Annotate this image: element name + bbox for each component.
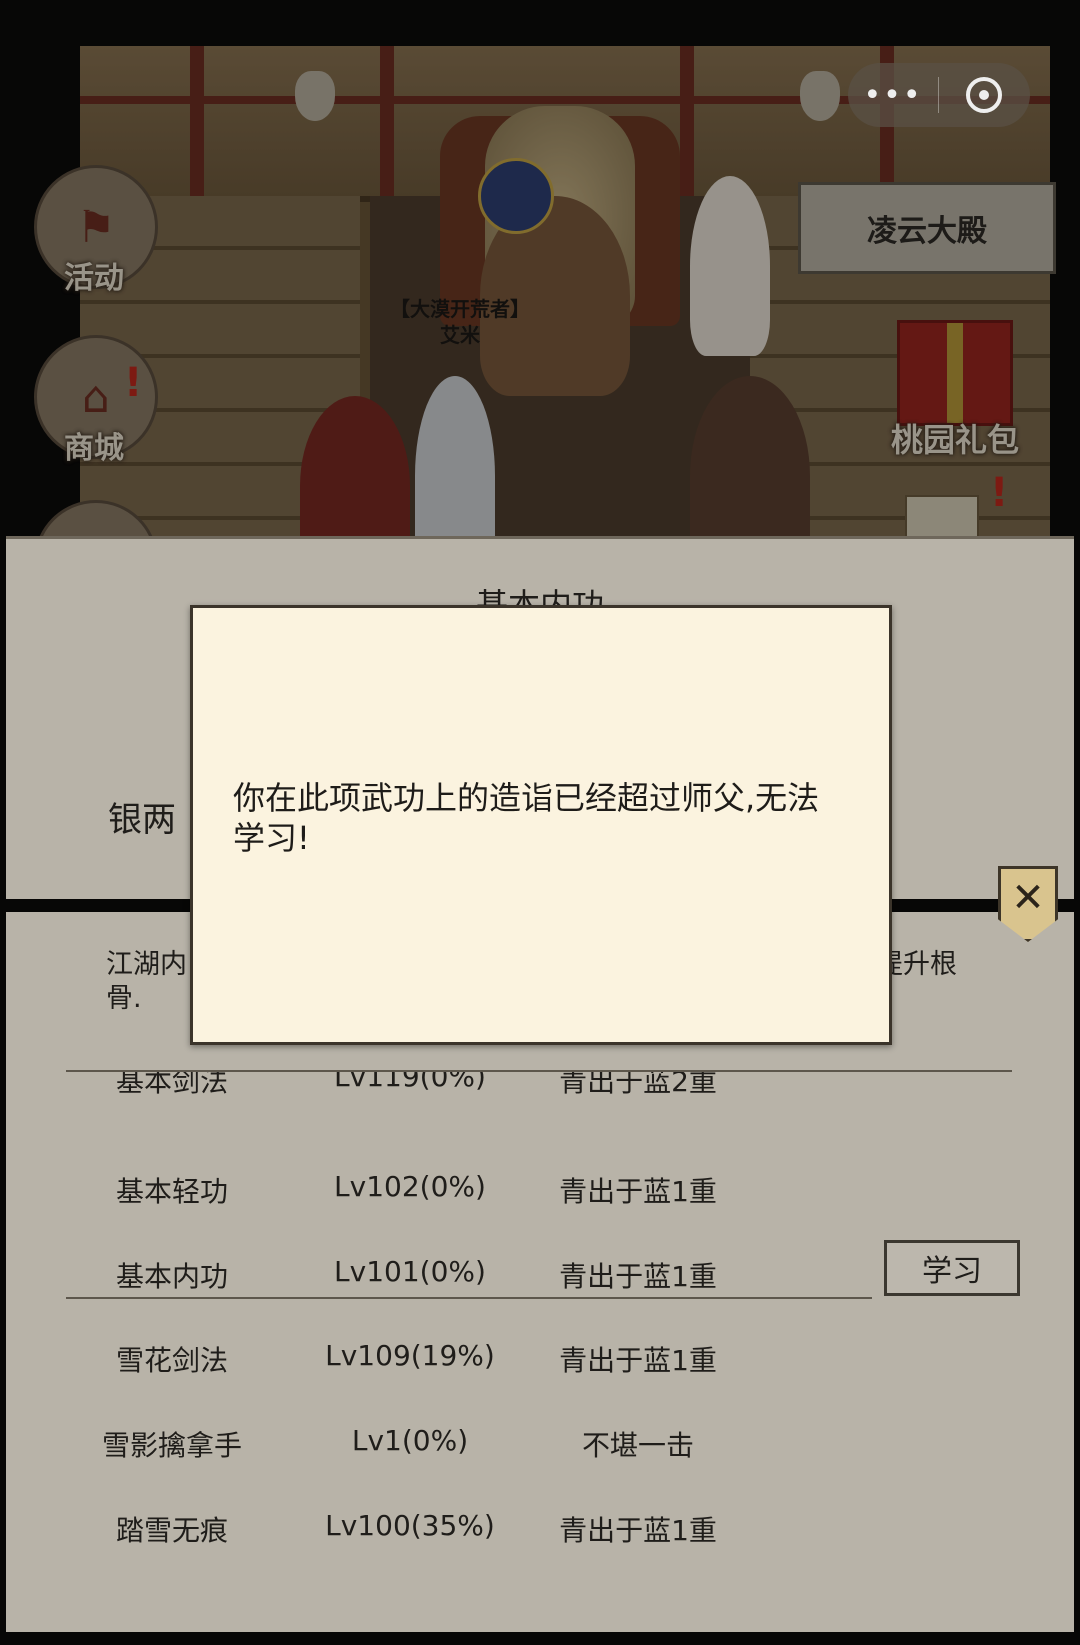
learn-button[interactable]: 学习: [884, 1240, 1020, 1296]
skill-rank: 不堪一击: [581, 1429, 694, 1462]
skill-name: 基本剑法: [115, 1072, 228, 1098]
target-icon: [966, 77, 1002, 113]
skull-decoration: [295, 71, 335, 121]
sidebar-item-activity[interactable]: ⚑ 活动: [34, 165, 158, 296]
npc-name: 艾米: [440, 323, 480, 347]
wall-beam: [190, 46, 204, 196]
close-icon: ✕: [1011, 875, 1045, 921]
dialog-message: 你在此项武功上的造诣已经超过师父,无法学习!: [233, 779, 820, 857]
alert-badge-icon: !: [990, 470, 1009, 516]
skill-level: Lv109(19%): [325, 1339, 495, 1372]
gift-pack-button[interactable]: 桃园礼包: [891, 320, 1019, 459]
skill-level: Lv119(0%): [334, 1072, 486, 1093]
sidebar-item-label: 商城: [64, 431, 124, 466]
npc-swordsman-white[interactable]: [690, 176, 770, 356]
skill-rank: 青出于蓝2重: [559, 1072, 717, 1098]
skill-rank: 青出于蓝1重: [559, 1514, 717, 1547]
table-row[interactable]: 雪花剑法 Lv109(19%) 青出于蓝1重: [0, 1327, 1080, 1383]
npc-title: 【大漠开荒者】: [390, 297, 530, 321]
skill-name: 雪花剑法: [115, 1344, 228, 1377]
sale-tag-icon[interactable]: [905, 495, 979, 539]
skill-level: Lv1(0%): [351, 1424, 469, 1457]
moon-emblem-icon: [478, 158, 554, 234]
wall-beam: [680, 46, 694, 196]
silver-label: 银两: [108, 800, 176, 840]
skill-level: Lv102(0%): [334, 1170, 486, 1203]
message-dialog[interactable]: 你在此项武功上的造诣已经超过师父,无法学习!: [190, 605, 892, 1045]
hall-button[interactable]: 凌云大殿: [798, 182, 1056, 274]
table-row[interactable]: 雪影擒拿手 Lv1(0%) 不堪一击: [0, 1412, 1080, 1468]
table-row[interactable]: 基本轻功 Lv102(0%) 青出于蓝1重: [0, 1158, 1080, 1214]
skill-level: Lv101(0%): [334, 1255, 486, 1288]
description-line1: 江湖内: [106, 949, 187, 980]
table-row[interactable]: 踏雪无痕 Lv100(35%) 青出于蓝1重: [0, 1497, 1080, 1553]
wall-beam: [380, 46, 394, 196]
divider: [66, 1297, 872, 1299]
sidebar-item-partial[interactable]: [34, 500, 154, 536]
skill-rank: 青出于蓝1重: [559, 1175, 717, 1208]
gift-pack-label: 桃园礼包: [890, 421, 1019, 459]
skill-row-clipped: 基本剑法 Lv119(0%) 青出于蓝2重: [0, 1072, 1080, 1112]
alert-badge-icon: !: [124, 360, 143, 406]
table-row[interactable]: 基本剑法 Lv119(0%) 青出于蓝2重: [0, 1072, 1080, 1104]
skill-name: 雪影擒拿手: [101, 1429, 242, 1462]
npc-name-tag[interactable]: 【大漠开荒者】 艾米: [380, 296, 540, 348]
scroll-icon: [34, 500, 154, 536]
description-line2: 骨.: [106, 983, 142, 1014]
close-miniprogram-button[interactable]: [939, 77, 1029, 113]
skill-rank: 青出于蓝1重: [559, 1260, 717, 1293]
sidebar-item-label: 活动: [64, 261, 124, 296]
skill-name: 踏雪无痕: [115, 1514, 228, 1547]
skill-name: 基本内功: [115, 1260, 228, 1293]
skull-decoration: [800, 71, 840, 121]
skill-rank: 青出于蓝1重: [559, 1344, 717, 1377]
skill-level: Lv100(35%): [325, 1509, 495, 1542]
skill-name: 基本轻功: [115, 1175, 228, 1208]
mini-program-capsule: •••: [848, 63, 1030, 127]
gift-box-icon: [897, 320, 1013, 426]
more-menu-button[interactable]: •••: [848, 78, 938, 113]
